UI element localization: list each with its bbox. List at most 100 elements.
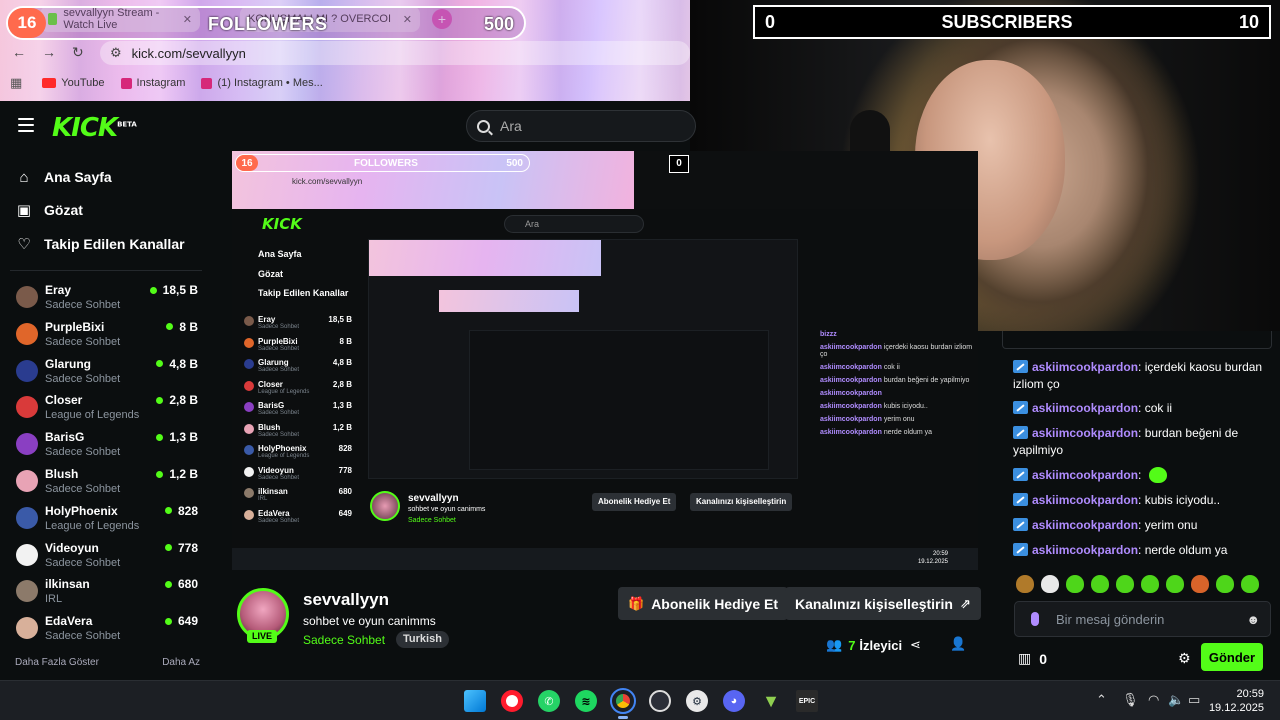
sidebar-channel[interactable]: Videoyun Sadece Sohbet 778 [16, 539, 202, 573]
nested-nav-home: Ana Sayfa [258, 249, 302, 259]
gift-subscription-button[interactable]: 🎁 Abonelik Hediye Et [618, 587, 788, 620]
sidebar-channel[interactable]: HolyPhoenix League of Legends 828 [16, 502, 202, 536]
browse-icon: ▣ [16, 202, 32, 219]
channel-name: HolyPhoenix [45, 503, 118, 518]
nested-channel-viewers: 4,8 B [332, 358, 352, 367]
windows-start-icon[interactable] [464, 690, 486, 712]
emote-icon[interactable] [1041, 575, 1059, 593]
nested-chat-line: askiimcookpardon kubis iciyodu.. [820, 403, 978, 410]
stream-category[interactable]: Sadece Sohbet [303, 633, 385, 647]
emote-icon[interactable] [1116, 575, 1134, 593]
chrome-icon[interactable] [610, 688, 636, 714]
chat-message: askiimcookpardon: [1013, 467, 1268, 484]
sidebar-channel[interactable]: Closer League of Legends 2,8 B [16, 391, 202, 425]
chat-colon: : [1138, 468, 1145, 482]
emoji-picker-icon[interactable]: ☻ [1246, 612, 1260, 627]
microphone-icon[interactable] [1031, 612, 1039, 626]
reload-icon[interactable]: ↻ [72, 44, 84, 61]
nested-chat-line: askiimcookpardon nerde oldum ya [820, 429, 978, 436]
chat-username[interactable]: askiimcookpardon [1032, 493, 1138, 507]
vite-icon[interactable]: ▼ [760, 690, 782, 712]
sidebar-channel[interactable]: PurpleBixi Sadece Sohbet 8 B [16, 318, 202, 352]
channel-viewers: 649 [164, 614, 198, 629]
channel-points[interactable]: ▥ 0 [1018, 650, 1047, 667]
nested-channel-viewers: 8 B [339, 336, 352, 346]
show-more-link[interactable]: Daha Fazla Göster [15, 657, 99, 668]
nested-search: Ara [504, 215, 644, 233]
bookmark-youtube[interactable]: YouTube [42, 77, 105, 89]
sidebar-item-following[interactable]: ♡ Takip Edilen Kanallar [16, 233, 184, 255]
tray-chevron-icon[interactable]: ⌃ [1096, 692, 1107, 708]
apps-grid-icon[interactable]: ▦ [10, 75, 22, 91]
user-badge-icon [1013, 468, 1028, 481]
emote-icon[interactable] [1166, 575, 1184, 593]
viewer-count-value: 778 [177, 540, 198, 555]
channel-avatar [16, 359, 38, 382]
chat-username[interactable]: askiimcookpardon [1032, 401, 1138, 415]
sidebar-channel[interactable]: Eray Sadece Sohbet 18,5 B [16, 281, 202, 315]
site-settings-icon[interactable]: ⚙ [110, 45, 122, 61]
epic-games-icon[interactable]: EPIC [796, 690, 818, 712]
wifi-icon[interactable]: ◠ [1148, 692, 1159, 708]
nested-chat-line: askiimcookpardon yerim onu [820, 416, 978, 423]
emote-icon[interactable] [1191, 575, 1209, 593]
channel-viewers: 778 [164, 540, 198, 555]
tray-mic-icon[interactable]: 🎙 [1122, 692, 1139, 708]
chat-username[interactable]: askiimcookpardon [1032, 360, 1138, 374]
opera-icon[interactable] [501, 690, 523, 712]
forward-icon[interactable]: → [42, 44, 56, 60]
sidebar-channel[interactable]: BarisG Sadece Sohbet 1,3 B [16, 428, 202, 462]
emote-icon[interactable] [1066, 575, 1084, 593]
steam-icon[interactable]: ⚙ [686, 690, 708, 712]
send-button[interactable]: Gönder [1201, 643, 1263, 671]
sidebar-item-home[interactable]: ⌂ Ana Sayfa [16, 166, 111, 188]
sidebar-channel[interactable]: ilkinsan IRL 680 [16, 575, 202, 609]
emote-icon[interactable] [1216, 575, 1234, 593]
bookmark-instagram[interactable]: Instagram [120, 77, 185, 89]
nested-channel-viewers: 1,3 B [332, 401, 352, 410]
customize-channel-button[interactable]: Kanalınızı kişiselleştirin ⇗ [785, 587, 981, 620]
menu-icon[interactable] [18, 118, 34, 132]
kick-logo[interactable]: KICKBETA [52, 113, 137, 143]
instagram-icon [201, 77, 213, 89]
url-bar[interactable]: ⚙ kick.com/sevvallyyn [100, 41, 690, 65]
share-icon[interactable]: ⋖ [910, 637, 921, 653]
sidebar-item-browse[interactable]: ▣ Gözat [16, 199, 83, 221]
volume-icon[interactable]: 🔈 [1168, 692, 1184, 708]
chat-input[interactable]: Bir mesaj gönderin ☻ [1014, 601, 1271, 637]
emote-icon[interactable] [1141, 575, 1159, 593]
channel-name: Closer [45, 393, 83, 408]
system-clock[interactable]: 20:59 19.12.2025 [1209, 687, 1264, 715]
search-input[interactable]: Ara [466, 110, 696, 142]
user-badge-icon [1013, 518, 1028, 531]
sidebar-channel[interactable]: Glarung Sadece Sohbet 4,8 B [16, 355, 202, 389]
chat-username[interactable]: askiimcookpardon [1032, 426, 1138, 440]
chat-username[interactable]: askiimcookpardon [1032, 518, 1138, 532]
nested-chat-text: yerim onu [883, 416, 915, 423]
emote-icon[interactable] [1016, 575, 1034, 593]
sidebar-channel[interactable]: Blush Sadece Sohbet 1,2 B [16, 465, 202, 499]
emote-icon[interactable] [1091, 575, 1109, 593]
spotify-icon[interactable]: ≋ [575, 690, 597, 712]
user-badge-icon [1013, 426, 1028, 439]
chat-colon: : [1138, 426, 1145, 440]
follow-user-icon[interactable]: 👤 [950, 636, 966, 652]
back-icon[interactable]: ← [12, 44, 26, 60]
streamer-name[interactable]: sevvallyyn [303, 590, 389, 610]
chat-settings-icon[interactable]: ⚙ [1178, 650, 1191, 667]
chat-username[interactable]: askiimcookpardon [1032, 543, 1138, 557]
language-tag[interactable]: Turkish [396, 631, 449, 648]
battery-icon[interactable]: ▭ [1188, 692, 1200, 708]
obs-icon[interactable] [649, 690, 671, 712]
sidebar-channel[interactable]: EdaVera Sadece Sohbet 649 [16, 612, 202, 646]
chat-username[interactable]: askiimcookpardon [1032, 468, 1138, 482]
subscribers-count: 0 [765, 11, 776, 32]
viewer-count-value: 649 [177, 614, 198, 629]
bookmark-instagram-messages[interactable]: (1) Instagram • Mes... [201, 77, 323, 89]
whatsapp-icon[interactable]: ✆ [538, 690, 560, 712]
discord-icon[interactable]: ◕ [723, 690, 745, 712]
nested-time: 20:59 [932, 551, 948, 557]
show-less-link[interactable]: Daha Az [162, 657, 200, 668]
emote-icon[interactable] [1241, 575, 1259, 593]
video-player[interactable]: 16 FOLLOWERS 500 kick.com/sevvallyyn 0 K… [232, 151, 978, 570]
